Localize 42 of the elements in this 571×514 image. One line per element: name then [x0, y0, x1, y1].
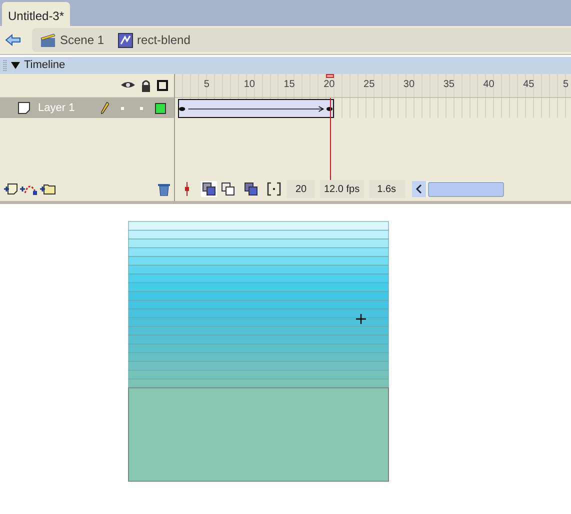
- frame-number: 5: [204, 79, 210, 91]
- lock-icon[interactable]: [141, 80, 151, 92]
- frame-number: 20: [324, 79, 335, 91]
- timeline-title: Timeline: [24, 58, 66, 74]
- playhead[interactable]: [326, 74, 334, 78]
- trash-icon[interactable]: [158, 182, 170, 196]
- layer-page-icon: [18, 102, 30, 114]
- frame-rate: 12.0 fps: [320, 180, 364, 198]
- clapperboard-icon: [40, 32, 56, 48]
- frame-number: 45: [523, 79, 534, 91]
- symbol-link[interactable]: rect-blend: [118, 31, 190, 49]
- frame-number: 10: [244, 79, 255, 91]
- timeline-header[interactable]: Timeline: [0, 57, 571, 74]
- scroll-thumb[interactable]: [428, 182, 504, 196]
- scroll-left-icon[interactable]: [412, 181, 426, 197]
- motion-tween-span[interactable]: [178, 99, 334, 118]
- onion-skin-icon[interactable]: [201, 181, 217, 197]
- horizontal-scrollbar[interactable]: [412, 181, 504, 197]
- eye-icon[interactable]: [121, 81, 135, 90]
- frame-ruler[interactable]: 5 10 15 20 25 30 35 40 45 5: [175, 74, 571, 98]
- onion-markers-icon[interactable]: [266, 181, 282, 197]
- grip-icon: [3, 60, 7, 71]
- document-tab[interactable]: Untitled-3*: [2, 2, 70, 26]
- frame-number: 30: [403, 79, 415, 91]
- add-folder-icon[interactable]: [40, 183, 56, 195]
- add-guide-layer-icon[interactable]: [20, 183, 38, 195]
- back-arrow-icon: [5, 34, 21, 46]
- frame-number: 35: [443, 79, 454, 91]
- scene-link[interactable]: Scene 1: [40, 31, 104, 49]
- outline-color-swatch[interactable]: [155, 102, 166, 114]
- frame-number: 5: [563, 79, 569, 91]
- frame-number: 40: [483, 79, 494, 91]
- edit-multiple-frames-icon[interactable]: [243, 181, 259, 197]
- onion-outline-icon[interactable]: [220, 181, 236, 197]
- symbol-icon: [118, 32, 134, 48]
- add-layer-icon[interactable]: [4, 183, 18, 195]
- elapsed-time: 1.6s: [368, 180, 405, 198]
- layer-name: Layer 1: [38, 100, 76, 116]
- frame-number: 25: [364, 79, 375, 91]
- current-frame: 20: [287, 180, 315, 198]
- frame-number: 15: [284, 79, 295, 91]
- outline-square-icon[interactable]: [157, 80, 168, 91]
